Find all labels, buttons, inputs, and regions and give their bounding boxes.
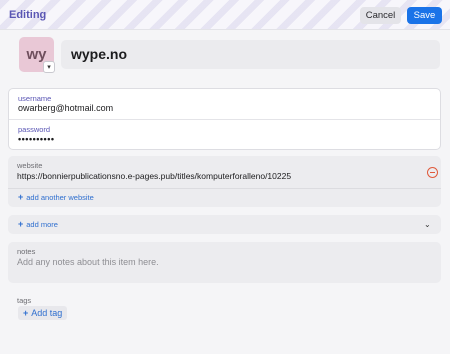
remove-circle-icon[interactable] [427, 167, 438, 178]
password-field[interactable]: •••••••••• [18, 134, 55, 144]
website-label: website [17, 161, 43, 170]
plus-icon: + [18, 192, 24, 202]
item-title-field[interactable]: wype.no [61, 40, 440, 69]
add-another-website-label: add another website [26, 193, 94, 202]
website-group: website https://bonnierpublicationsno.e-… [8, 156, 441, 207]
add-another-website-button[interactable]: + add another website [18, 192, 94, 202]
password-label: password [18, 125, 51, 134]
chevron-down-icon[interactable]: ⌄ [424, 220, 431, 229]
notes-input[interactable]: Add any notes about this item here. [17, 257, 159, 267]
header-title: Editing [9, 9, 47, 21]
editor-header: Editing Cancel Save [0, 0, 450, 30]
plus-icon: + [23, 308, 29, 318]
username-label: username [18, 94, 52, 103]
plus-icon: + [18, 219, 24, 229]
add-more-label: add more [26, 220, 58, 229]
tags-label: tags [17, 296, 32, 305]
website-field[interactable]: https://bonnierpublicationsno.e-pages.pu… [17, 171, 291, 181]
add-tag-button[interactable]: + Add tag [18, 306, 68, 320]
cancel-button[interactable]: Cancel [360, 7, 401, 24]
avatar-dropdown-button[interactable]: ▾ [43, 61, 55, 73]
divider [8, 188, 441, 189]
add-more-button[interactable]: + add more [18, 219, 58, 229]
save-button[interactable]: Save [407, 7, 442, 24]
add-more-row[interactable]: + add more ⌄ [8, 215, 441, 234]
notes-group: notes Add any notes about this item here… [8, 242, 441, 283]
chevron-down-icon: ▾ [47, 64, 51, 71]
username-field[interactable]: owarberg@hotmail.com [18, 103, 113, 113]
divider [9, 119, 440, 120]
credentials-group: username owarberg@hotmail.com password •… [8, 88, 441, 150]
notes-label: notes [17, 247, 36, 256]
add-tag-label: Add tag [31, 308, 63, 318]
